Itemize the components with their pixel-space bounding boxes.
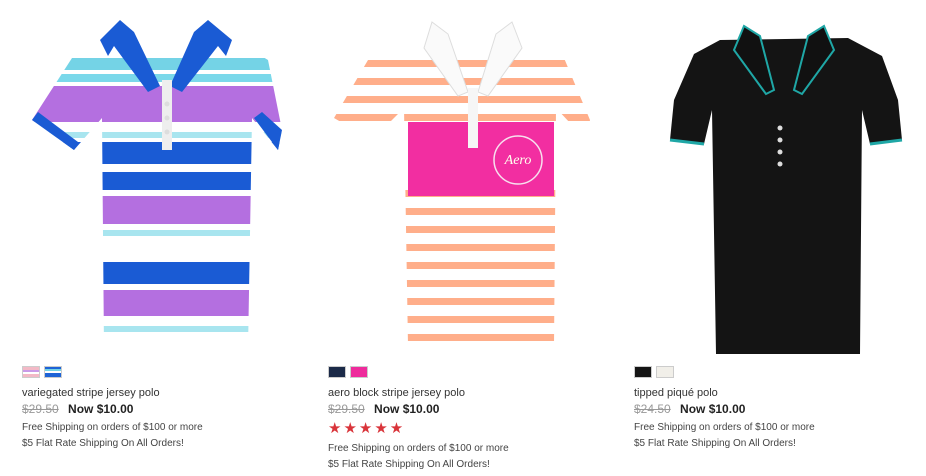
original-price: $24.50 <box>634 402 671 416</box>
product-name-link[interactable]: aero block stripe jersey polo <box>328 387 465 399</box>
product-image[interactable]: Aero <box>328 0 598 358</box>
swatch-black[interactable] <box>634 366 652 378</box>
product-image[interactable] <box>22 0 292 358</box>
sale-price: Now $10.00 <box>374 402 440 416</box>
product-card: Aero aero block stripe jersey polo $29.5… <box>328 0 608 470</box>
price-row: $24.50 Now $10.00 <box>634 402 745 416</box>
product-name-link[interactable]: tipped piqué polo <box>634 387 718 399</box>
color-swatches <box>634 366 674 380</box>
swatch-blue[interactable] <box>44 366 62 378</box>
product-card: variegated stripe jersey polo $29.50 Now… <box>22 0 302 449</box>
polo-shirt-image <box>32 20 282 350</box>
price-row: $29.50 Now $10.00 <box>328 402 439 416</box>
swatch-white[interactable] <box>656 366 674 378</box>
flat-rate-promo: $5 Flat Rate Shipping On All Orders! <box>634 438 796 449</box>
color-swatches <box>328 366 368 380</box>
price-row: $29.50 Now $10.00 <box>22 402 133 416</box>
product-name-link[interactable]: variegated stripe jersey polo <box>22 387 160 399</box>
free-shipping-promo: Free Shipping on orders of $100 or more <box>22 422 203 433</box>
free-shipping-promo: Free Shipping on orders of $100 or more <box>634 422 815 433</box>
flat-rate-promo: $5 Flat Rate Shipping On All Orders! <box>328 459 490 470</box>
product-card: tipped piqué polo $24.50 Now $10.00 Free… <box>634 0 914 449</box>
sale-price: Now $10.00 <box>68 402 134 416</box>
polo-shirt-image <box>669 24 903 354</box>
swatch-navy[interactable] <box>328 366 346 378</box>
free-shipping-promo: Free Shipping on orders of $100 or more <box>328 443 509 454</box>
sale-price: Now $10.00 <box>680 402 746 416</box>
swatch-pink[interactable] <box>350 366 368 378</box>
product-image[interactable] <box>634 0 904 358</box>
rating-stars[interactable]: ★★★★★ <box>328 421 405 437</box>
svg-text:Aero: Aero <box>504 153 532 168</box>
flat-rate-promo: $5 Flat Rate Shipping On All Orders! <box>22 438 184 449</box>
original-price: $29.50 <box>328 402 365 416</box>
original-price: $29.50 <box>22 402 59 416</box>
color-swatches <box>22 366 62 380</box>
polo-shirt-image: Aero <box>334 21 590 346</box>
swatch-pink[interactable] <box>22 366 40 378</box>
